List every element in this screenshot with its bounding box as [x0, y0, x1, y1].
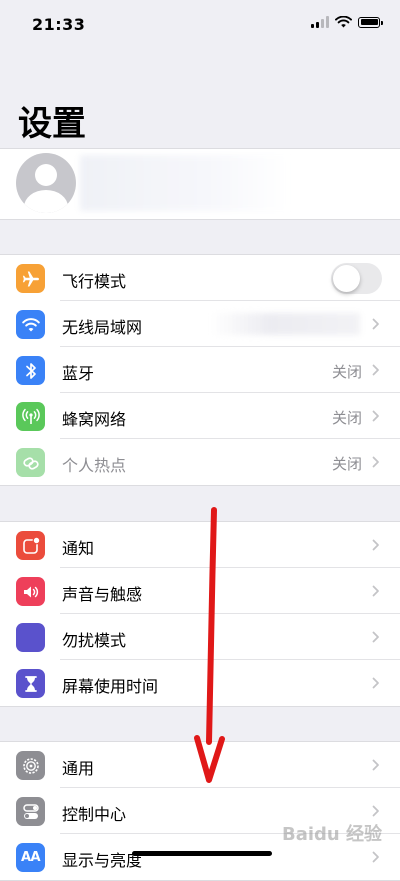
notifications-group: 通知 声音与触感 勿扰模式 屏幕使用时间	[0, 521, 400, 707]
blurred-network-name	[210, 313, 360, 335]
status-bar: 21:33	[0, 0, 400, 50]
row-label: 控制中心	[62, 805, 127, 824]
wifi-icon	[16, 310, 45, 339]
connectivity-group: 飞行模式 无线局域网 蓝牙 关闭 蜂窝网络 关闭 个人热点 关闭	[0, 254, 400, 486]
row-label: 通用	[62, 759, 95, 778]
page-title: 设置	[18, 104, 86, 144]
row-label: 勿扰模式	[62, 631, 127, 650]
display-icon: AA	[16, 843, 45, 872]
avatar	[16, 153, 76, 213]
bluetooth-icon	[16, 356, 45, 385]
row-label: 蓝牙	[62, 364, 95, 383]
chevron-right-icon	[372, 677, 379, 689]
chevron-right-icon	[372, 410, 379, 422]
row-wifi[interactable]: 无线局域网	[0, 301, 400, 347]
watermark: Baidu 经验	[282, 824, 383, 845]
row-label: 通知	[62, 539, 95, 558]
chevron-right-icon	[372, 631, 379, 643]
chevron-right-icon	[372, 539, 379, 551]
chevron-right-icon	[372, 759, 379, 771]
row-sounds-haptics[interactable]: 声音与触感	[0, 568, 400, 614]
cellular-signal-icon	[311, 16, 329, 28]
hotspot-icon	[16, 448, 45, 477]
row-label: 屏幕使用时间	[62, 677, 159, 696]
row-label: 飞行模式	[62, 272, 127, 291]
row-label: 蜂窝网络	[62, 410, 127, 429]
status-icons	[311, 16, 383, 28]
home-indicator[interactable]	[132, 851, 272, 856]
status-time: 21:33	[32, 15, 86, 34]
row-value: 关闭	[331, 455, 362, 473]
row-screen-time[interactable]: 屏幕使用时间	[0, 660, 400, 706]
airplane-icon	[16, 264, 45, 293]
row-label: 个人热点	[62, 456, 127, 475]
chevron-right-icon	[372, 851, 379, 863]
speaker-icon	[16, 577, 45, 606]
chevron-right-icon	[372, 585, 379, 597]
apple-id-profile-row[interactable]	[0, 148, 400, 220]
row-label: 无线局域网	[62, 318, 143, 337]
toggles-icon	[16, 797, 45, 826]
chevron-right-icon	[372, 318, 379, 330]
antenna-icon	[16, 402, 45, 431]
wifi-status-icon	[335, 16, 352, 28]
row-do-not-disturb[interactable]: 勿扰模式	[0, 614, 400, 660]
row-label: 声音与触感	[62, 585, 143, 604]
row-personal-hotspot[interactable]: 个人热点 关闭	[0, 439, 400, 485]
airplane-mode-toggle[interactable]	[331, 263, 382, 294]
gear-icon	[16, 751, 45, 780]
blurred-account-name	[80, 155, 290, 211]
row-general[interactable]: 通用	[0, 742, 400, 788]
chevron-right-icon	[372, 364, 379, 376]
battery-icon	[358, 16, 383, 28]
general-group: 通用 控制中心 AA 显示与亮度	[0, 741, 400, 881]
row-notifications[interactable]: 通知	[0, 522, 400, 568]
chevron-right-icon	[372, 456, 379, 468]
row-label: 显示与亮度	[62, 851, 143, 870]
chevron-right-icon	[372, 805, 379, 817]
row-bluetooth[interactable]: 蓝牙 关闭	[0, 347, 400, 393]
moon-icon	[16, 623, 45, 652]
hourglass-icon	[16, 669, 45, 698]
row-value: 关闭	[331, 363, 362, 381]
display-icon-text: AA	[20, 850, 41, 865]
notification-icon	[16, 531, 45, 560]
row-cellular[interactable]: 蜂窝网络 关闭	[0, 393, 400, 439]
row-value: 关闭	[331, 409, 362, 427]
row-airplane-mode[interactable]: 飞行模式	[0, 255, 400, 301]
